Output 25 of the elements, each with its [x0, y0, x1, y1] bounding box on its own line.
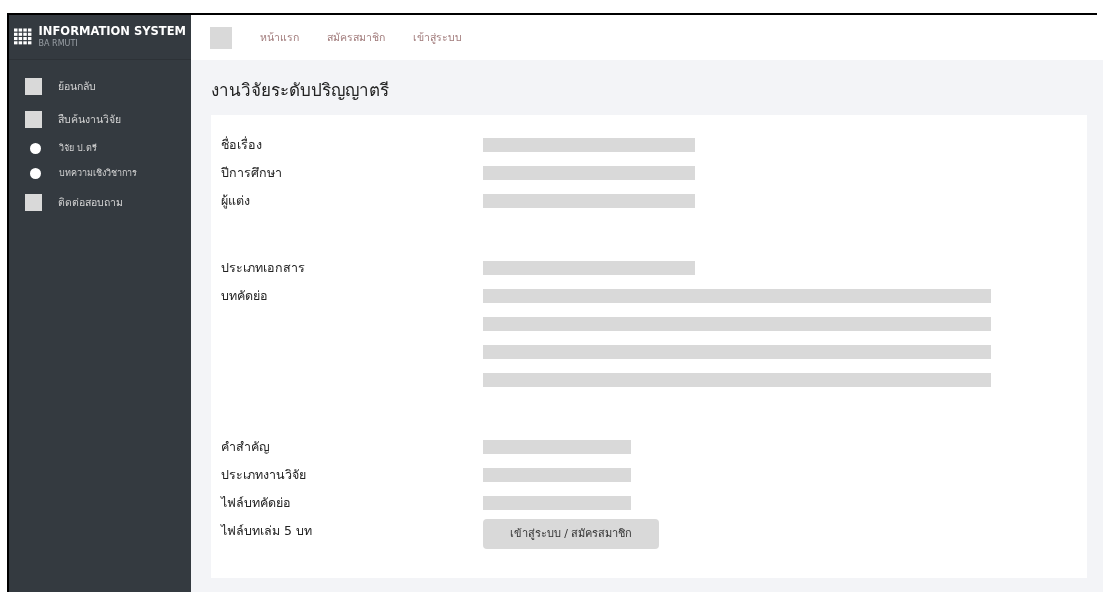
field-label: คำสำคัญ	[221, 437, 270, 456]
nav-link[interactable]: สมัครสมาชิก	[327, 29, 385, 46]
sidebar-item[interactable]: ติดต่อสอบถาม	[25, 186, 191, 219]
field-label: ปีการศึกษา	[221, 163, 282, 182]
square-icon	[210, 26, 232, 49]
sidebar-item[interactable]: ย้อนกลับ	[25, 70, 191, 103]
field-label: ประเภทงานวิจัย	[221, 465, 306, 484]
brand-title: INFORMATION SYSTEM	[38, 26, 186, 38]
field-label: บทคัดย่อ	[221, 286, 268, 305]
square-icon	[25, 78, 42, 95]
sidebar-item[interactable]: บทความเชิงวิชาการ	[25, 161, 191, 186]
brand-subtitle: BA RMUTI	[38, 39, 79, 48]
field-label: ประเภทเอกสาร	[221, 258, 305, 277]
login-register-button[interactable]: เข้าสู่ระบบ / สมัครสมาชิก	[483, 519, 659, 549]
page-title: งานวิจัยระดับปริญญาตรี	[211, 79, 390, 102]
nav-link[interactable]: เข้าสู่ระบบ	[413, 29, 462, 46]
square-icon	[25, 194, 42, 211]
square-icon	[25, 111, 42, 128]
field-label: ชื่อเรื่อง	[221, 135, 262, 154]
sidebar-item[interactable]: สืบค้นงานวิจัย	[25, 103, 191, 136]
field-label: ผู้แต่ง	[221, 191, 250, 211]
field-label: ไฟล์บทเล่ม 5 บท	[221, 521, 312, 540]
nav-link[interactable]: หน้าแรก	[260, 29, 299, 46]
field-label: ไฟล์บทคัดย่อ	[221, 493, 291, 512]
sidebar-item[interactable]: วิจัย ป.ตรี	[25, 136, 191, 161]
